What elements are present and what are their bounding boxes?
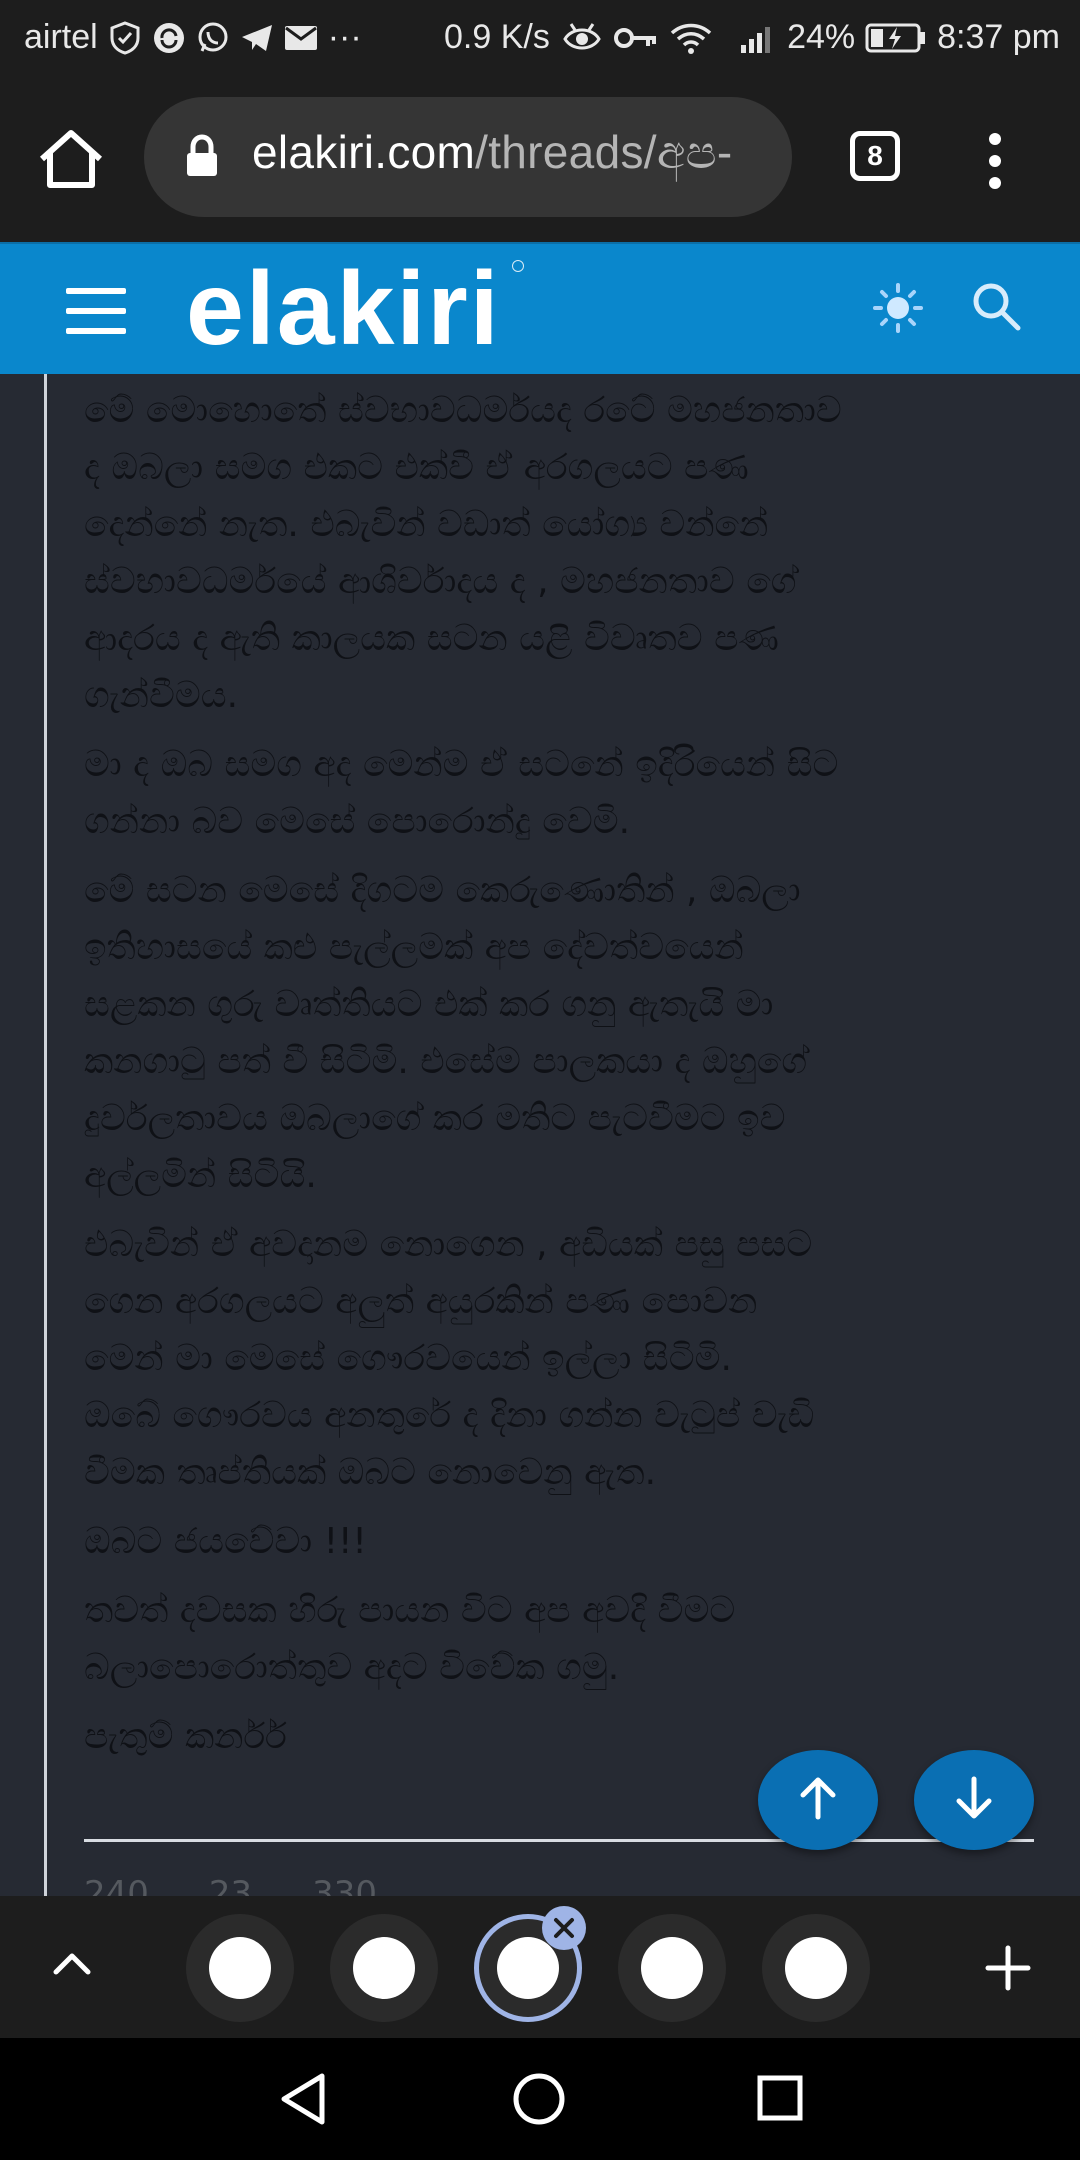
home-circle-icon[interactable]	[512, 2072, 566, 2130]
tab-favicon-icon	[785, 1937, 847, 1999]
post-content-area[interactable]: මේ මොහොතේ ස්වභාවධර්මයද රටේ මහජනතාව ද ඔබල…	[0, 374, 1080, 1896]
tab-strip	[0, 1896, 1080, 2038]
url-bar[interactable]: elakiri.com/threads/අප-	[144, 97, 792, 217]
paragraph: මේ සටන මෙසේ දිගටම කෙරුණොතින් , ඔබලා ඉතිහ…	[84, 870, 808, 1196]
registered-mark-icon	[512, 260, 524, 272]
eye-icon	[562, 21, 602, 55]
system-nav-bar	[0, 2038, 1080, 2160]
tab-favicon-icon	[497, 1937, 559, 1999]
site-logo[interactable]: elakiri	[186, 252, 501, 367]
carrier-label: airtel	[24, 18, 98, 56]
url-domain: elakiri.com	[252, 126, 476, 178]
vpn-key-icon	[613, 26, 658, 50]
wifi-icon	[670, 21, 712, 55]
sync-icon	[152, 21, 186, 55]
url-text: elakiri.com/threads/අප-	[252, 125, 733, 181]
hamburger-icon[interactable]	[66, 286, 126, 336]
lock-icon	[184, 134, 220, 182]
status-bar: airtel ··· 0.9 K/s 24% 8:37 pm	[0, 0, 1080, 75]
network-speed: 0.9 K/s	[444, 18, 550, 56]
scroll-up-button[interactable]	[758, 1750, 878, 1850]
paragraph: මේ මොහොතේ ස්වභාවධර්මයද රටේ මහජනතාව ද ඔබල…	[84, 390, 842, 716]
chevron-up-icon[interactable]	[52, 1942, 92, 1990]
like-count[interactable]: 240	[84, 1874, 149, 1896]
scroll-down-button[interactable]	[914, 1750, 1034, 1850]
signature-divider	[84, 1839, 1034, 1842]
shield-icon	[108, 20, 142, 56]
search-icon[interactable]	[970, 280, 1022, 336]
signal-icon	[739, 21, 777, 55]
arrow-down-icon	[951, 1775, 997, 1825]
arrow-up-icon	[795, 1775, 841, 1825]
sun-icon[interactable]	[872, 282, 924, 338]
home-icon[interactable]	[36, 127, 106, 191]
paragraph: මා ද ඔබ සමග අද මෙන්ම ඒ සටනේ ඉදිරියෙන් සි…	[84, 744, 839, 842]
paragraph: එබැවින් ඒ අවදානම නොගෙන , අඩියක් පසු පසට …	[84, 1224, 815, 1493]
tab-favicon-icon	[353, 1937, 415, 1999]
paragraph: ඔබට ජයවේවා !!!	[84, 1521, 367, 1562]
paragraph: තවත් දවසක හිරු පායන විට අප අවදි වීමට බලා…	[84, 1590, 736, 1688]
recent-apps-icon[interactable]	[756, 2074, 804, 2126]
signature: පැතුම් කර්නර්	[84, 1716, 287, 1757]
tab-thumbnail[interactable]	[186, 1914, 294, 2022]
whatsapp-icon	[196, 21, 230, 55]
clock: 8:37 pm	[937, 18, 1060, 56]
battery-charging-icon	[865, 23, 927, 53]
post-body: මේ මොහොතේ ස්වභාවධර්මයද රටේ මහජනතාව ද ඔබල…	[84, 382, 1080, 1777]
tab-switcher-button[interactable]: 8	[850, 131, 900, 181]
tab-favicon-icon	[209, 1937, 271, 1999]
back-icon[interactable]	[278, 2072, 328, 2130]
reaction-bar: 240 23 330	[84, 1874, 377, 1896]
tab-thumbnail[interactable]	[618, 1914, 726, 2022]
comment-count[interactable]: 23	[209, 1874, 252, 1896]
view-count: 330	[312, 1874, 378, 1896]
battery-percent: 24%	[787, 18, 856, 56]
add-tab-icon[interactable]	[984, 1944, 1032, 1996]
tab-thumbnail[interactable]	[762, 1914, 870, 2022]
browser-toolbar: elakiri.com/threads/අප- 8	[0, 75, 1080, 242]
telegram-icon	[240, 22, 274, 54]
post-border-line	[44, 374, 47, 1896]
more-vert-icon[interactable]	[980, 131, 1010, 191]
url-path: /threads/අප-	[475, 126, 733, 178]
tab-favicon-icon	[641, 1937, 703, 1999]
close-tab-icon[interactable]	[542, 1906, 586, 1950]
tab-thumbnail[interactable]	[330, 1914, 438, 2022]
mail-icon	[284, 24, 318, 52]
more-notifications: ···	[327, 18, 362, 56]
